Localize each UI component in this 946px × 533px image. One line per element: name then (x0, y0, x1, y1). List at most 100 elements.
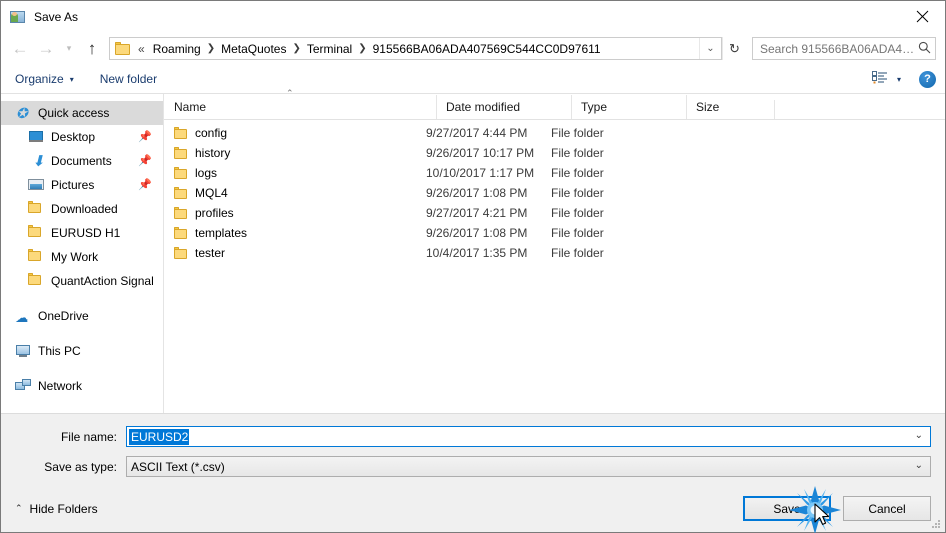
file-name-label: profiles (195, 206, 234, 220)
sidebar-item-network[interactable]: Network (1, 374, 163, 398)
date-modified-cell: 9/27/2017 4:44 PM (426, 126, 528, 140)
back-arrow-icon[interactable]: ← (7, 36, 33, 62)
address-chevron-down-icon[interactable]: ⌄ (699, 38, 721, 59)
file-name-value: EURUSD2 (129, 428, 190, 445)
this-pc-icon (15, 343, 32, 359)
sidebar-item-label: Downloaded (51, 202, 118, 216)
file-name-input[interactable]: EURUSD2 ⌄ (126, 426, 931, 447)
navigation-pane: ✪ Quick access Desktop 📌 ⬇ Documents 📌 P… (1, 94, 164, 413)
window-title: Save As (34, 9, 79, 24)
view-mode-button[interactable]: ▾ (871, 70, 901, 88)
sidebar-divider (1, 363, 163, 374)
hide-folders-label: Hide Folders (29, 501, 98, 516)
search-icon (918, 41, 931, 57)
address-bar[interactable]: « Roaming ❯ MetaQuotes ❯ Terminal ❯ 9155… (109, 37, 722, 60)
breadcrumb-item-terminal-id[interactable]: 915566BA06ADA407569C544CC0D97611 (369, 42, 605, 56)
type-cell: File folder (551, 166, 604, 180)
cancel-button[interactable]: Cancel (843, 496, 931, 521)
up-arrow-icon[interactable]: ↑ (79, 36, 105, 62)
table-row[interactable]: templates 9/26/2017 1:08 PM File folder (164, 223, 945, 243)
sidebar-divider (1, 293, 163, 304)
folder-icon (28, 225, 45, 241)
save-as-icon (10, 9, 26, 25)
save-as-type-label: Save as type: (44, 459, 117, 474)
close-icon[interactable] (899, 1, 945, 31)
column-header-row: Name ⌃ Date modified Type Size (164, 88, 945, 120)
sidebar-item-documents[interactable]: ⬇ Documents 📌 (1, 149, 163, 173)
sidebar-item-quantaction-signal[interactable]: QuantAction Signal (1, 269, 163, 293)
documents-download-icon: ⬇ (32, 153, 45, 170)
chevron-down-icon[interactable]: ⌄ (915, 430, 923, 441)
refresh-icon[interactable]: ↻ (722, 37, 746, 60)
file-name-cell: logs (164, 166, 426, 180)
table-row[interactable]: tester 10/4/2017 1:35 PM File folder (164, 243, 945, 263)
table-row[interactable]: logs 10/10/2017 1:17 PM File folder (164, 163, 945, 183)
date-modified-cell: 9/26/2017 1:08 PM (426, 186, 528, 200)
column-header-size[interactable]: Size (686, 95, 774, 119)
folder-icon (174, 246, 188, 260)
file-name-row: File name: EURUSD2 ⌄ (15, 426, 931, 447)
folder-icon (174, 146, 188, 160)
save-button[interactable]: Save (743, 496, 831, 521)
file-name-cell: config (164, 126, 426, 140)
column-header-date-modified[interactable]: Date modified (436, 95, 571, 119)
date-modified-cell: 9/26/2017 10:17 PM (426, 146, 535, 160)
save-as-type-row: Save as type: ASCII Text (*.csv) ⌄ (15, 456, 931, 477)
file-name-cell: MQL4 (164, 186, 426, 200)
file-name-label: File name: (60, 429, 117, 444)
folder-icon (28, 273, 45, 289)
new-folder-button[interactable]: New folder (100, 72, 157, 86)
column-header-filler (774, 100, 945, 119)
recent-locations-chevron-down-icon[interactable]: ▾ (59, 36, 79, 62)
file-name-cell: history (164, 146, 426, 160)
hide-folders-button[interactable]: ⌃ Hide Folders (15, 502, 98, 516)
sidebar-item-eurusd-h1[interactable]: EURUSD H1 (1, 221, 163, 245)
breadcrumb-item-terminal[interactable]: Terminal (303, 42, 356, 56)
organize-button[interactable]: Organize ▾ (15, 72, 74, 86)
sidebar-item-downloaded[interactable]: Downloaded (1, 197, 163, 221)
column-header-name[interactable]: Name ⌃ (164, 88, 436, 119)
breadcrumb-item-metaquotes[interactable]: MetaQuotes (217, 42, 290, 56)
sidebar-item-label: OneDrive (38, 309, 89, 323)
file-name-label: MQL4 (195, 186, 228, 200)
breadcrumb-item-roaming[interactable]: Roaming (149, 42, 205, 56)
chevron-down-icon[interactable]: ⌄ (915, 460, 923, 471)
folder-icon (174, 126, 188, 140)
table-row[interactable]: MQL4 9/26/2017 1:08 PM File folder (164, 183, 945, 203)
column-header-type[interactable]: Type (571, 95, 686, 119)
pin-icon[interactable]: 📌 (138, 130, 152, 143)
command-bar: Organize ▾ New folder ▾ ? (1, 65, 945, 94)
save-as-type-select[interactable]: ASCII Text (*.csv) ⌄ (126, 456, 931, 477)
search-input[interactable]: Search 915566BA06ADA40756... (752, 37, 936, 60)
type-cell: File folder (551, 186, 604, 200)
pin-icon[interactable]: 📌 (138, 178, 152, 191)
type-cell: File folder (551, 206, 604, 220)
pin-icon[interactable]: 📌 (138, 154, 152, 167)
folder-icon (174, 166, 188, 180)
folder-icon (174, 226, 188, 240)
sidebar-item-my-work[interactable]: My Work (1, 245, 163, 269)
table-row[interactable]: history 9/26/2017 10:17 PM File folder (164, 143, 945, 163)
sidebar-item-desktop[interactable]: Desktop 📌 (1, 125, 163, 149)
table-row[interactable]: config 9/27/2017 4:44 PM File folder (164, 123, 945, 143)
folder-icon (174, 206, 188, 220)
table-row[interactable]: profiles 9/27/2017 4:21 PM File folder (164, 203, 945, 223)
chevron-down-icon: ▾ (896, 74, 901, 84)
help-button[interactable]: ? (919, 70, 936, 88)
type-cell: File folder (551, 146, 604, 160)
sort-ascending-icon: ⌃ (286, 88, 294, 98)
desktop-icon (28, 129, 45, 145)
breadcrumb-overflow[interactable]: « (136, 42, 149, 56)
sidebar-item-onedrive[interactable]: ☁ OneDrive (1, 304, 163, 328)
sidebar-divider (1, 328, 163, 339)
sidebar-item-quick-access[interactable]: ✪ Quick access (1, 101, 163, 125)
sidebar-item-label: QuantAction Signal (51, 274, 154, 288)
forward-arrow-icon[interactable]: → (33, 36, 59, 62)
navigation-bar: ← → ▾ ↑ « Roaming ❯ MetaQuotes ❯ Termina… (1, 32, 945, 65)
sidebar-item-pictures[interactable]: Pictures 📌 (1, 173, 163, 197)
type-cell: File folder (551, 246, 604, 260)
sidebar-item-this-pc[interactable]: This PC (1, 339, 163, 363)
file-name-label: config (195, 126, 228, 140)
title-bar: Save As (1, 1, 945, 32)
resize-grip[interactable] (931, 519, 941, 529)
